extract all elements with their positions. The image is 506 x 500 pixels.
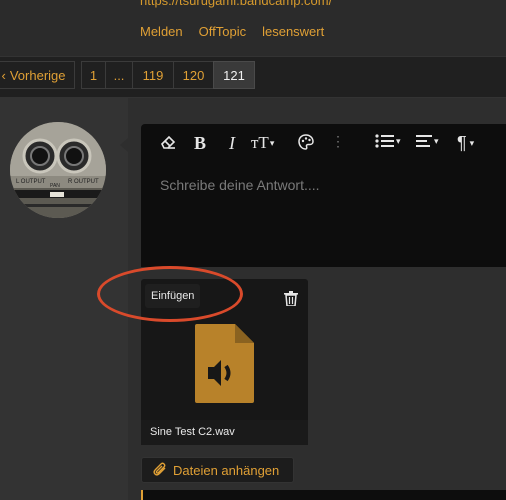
speech-notch [120,138,128,152]
attachment-filename: Sine Test C2.wav [141,420,308,445]
color-palette-icon[interactable] [297,133,315,151]
trash-icon[interactable] [284,291,298,311]
avatar-pan-label: PAN [50,183,60,189]
align-icon[interactable]: ▾ [416,133,439,149]
bold-icon[interactable]: B [194,133,206,154]
paragraph-icon[interactable]: ¶ ▾ [457,133,474,154]
offtopic-link[interactable]: OffTopic [199,24,246,39]
page-121-button[interactable]: 121 [213,61,255,89]
eraser-icon[interactable] [159,133,177,151]
list-icon[interactable]: ▾ [375,133,401,149]
attach-files-button[interactable]: Dateien anhängen [141,457,294,483]
post-link[interactable]: https://tsurugami.bandcamp.com/ [140,0,332,8]
reply-placeholder[interactable]: Schreibe deine Antwort.... [160,177,320,193]
text-size-icon[interactable]: ᴛT ▾ [251,133,274,153]
report-link[interactable]: Melden [140,24,183,39]
page-ellipsis[interactable]: ... [105,61,133,89]
chevron-left-icon: ‹ [1,67,6,83]
paperclip-icon [153,462,167,479]
page-1-button[interactable]: 1 [81,61,106,89]
previous-page-button[interactable]: ‹ Vorherige [0,61,75,89]
post-action-links: Melden OffTopic lesenswert [140,24,324,39]
italic-icon[interactable]: I [229,133,235,154]
audio-file-icon [195,324,254,403]
more-options-icon[interactable]: ⋮ [331,133,345,150]
worth-reading-link[interactable]: lesenswert [262,24,324,39]
avatar-left-label: L OUTPUT [16,179,46,185]
highlight-circle [97,266,243,322]
page-119-button[interactable]: 119 [132,61,174,89]
next-editor-strip [141,490,506,500]
page-120-button[interactable]: 120 [173,61,214,89]
avatar-right-label: R OUTPUT [68,179,99,185]
avatar[interactable]: L OUTPUT PAN R OUTPUT [10,122,106,218]
